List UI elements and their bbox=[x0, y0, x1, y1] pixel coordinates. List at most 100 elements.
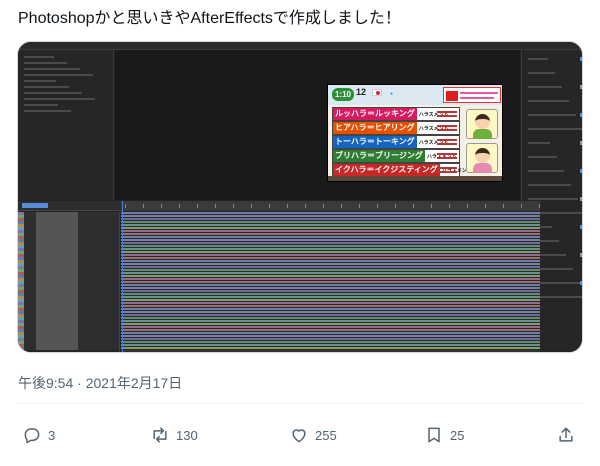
ae-project-panel bbox=[18, 50, 114, 200]
bookmark-icon bbox=[428, 427, 440, 443]
ae-ruler-tick bbox=[413, 204, 414, 208]
ae-project-row bbox=[24, 80, 56, 82]
ae-property-toggle bbox=[580, 141, 582, 145]
ae-ruler-tick bbox=[215, 204, 216, 208]
ae-layer-list bbox=[18, 212, 120, 352]
harassment-row: ヒアハラ＝ヒアリング ハラスメント bbox=[332, 121, 460, 135]
ae-property-row bbox=[528, 156, 557, 158]
retweet-count: 130 bbox=[176, 427, 198, 443]
share-button[interactable] bbox=[556, 420, 576, 450]
ae-ruler-tick bbox=[395, 204, 396, 208]
harassment-keyword: イクハラ＝イクジスティング bbox=[333, 164, 440, 176]
ae-ruler-tick bbox=[323, 204, 324, 208]
reply-icon bbox=[24, 428, 40, 444]
divider bbox=[17, 403, 583, 404]
harassment-row: ルッハラ＝ルッキング ハラスメント bbox=[332, 107, 460, 121]
ae-track-bar bbox=[121, 347, 540, 350]
ae-project-row bbox=[24, 68, 80, 70]
ae-ruler-tick bbox=[485, 204, 486, 208]
twitter-bird-icon: ● bbox=[390, 91, 394, 97]
tweet-media-image[interactable]: 1:10 12 ● ルッハラ＝ルッキング ハラスメント ヒアハラ＝ヒアリング ハラスメ… bbox=[17, 41, 583, 353]
ae-ruler-tick bbox=[449, 204, 450, 208]
heart-icon bbox=[292, 429, 306, 443]
ae-ruler-tick bbox=[431, 204, 432, 208]
character-illustration-top bbox=[466, 109, 498, 139]
tv-topic-badge bbox=[443, 87, 501, 103]
ae-ruler-tick bbox=[359, 204, 360, 208]
ae-ruler-tick bbox=[539, 204, 540, 208]
ae-project-row bbox=[24, 92, 82, 94]
ae-property-toggle bbox=[580, 113, 582, 117]
harassment-row: イクハラ＝イクジスティング ハラスメント bbox=[332, 163, 472, 177]
ae-property-row bbox=[528, 184, 571, 186]
like-count: 255 bbox=[315, 427, 337, 443]
ae-playhead bbox=[122, 201, 123, 352]
ae-ruler-tick bbox=[269, 204, 270, 208]
bookmark-button[interactable]: 25 bbox=[424, 420, 464, 450]
harassment-note bbox=[437, 138, 457, 146]
ae-property-row bbox=[528, 100, 569, 102]
ae-menu-bar bbox=[18, 42, 582, 50]
reply-count: 3 bbox=[48, 427, 56, 443]
ae-ruler-tick bbox=[179, 204, 180, 208]
ae-ruler-tick bbox=[377, 204, 378, 208]
ae-property-toggle bbox=[580, 225, 582, 229]
ae-property-row bbox=[528, 142, 550, 144]
reply-button[interactable]: 3 bbox=[22, 420, 55, 450]
ae-ruler-tick bbox=[233, 204, 234, 208]
harassment-keyword: トーハラ＝トーキング bbox=[333, 136, 417, 148]
share-icon bbox=[559, 427, 573, 442]
harassment-keyword: ブリハラ＝ブリージング bbox=[333, 150, 425, 162]
ae-property-row bbox=[528, 128, 582, 130]
ae-ruler-tick bbox=[251, 204, 252, 208]
after-effects-screenshot: 1:10 12 ● ルッハラ＝ルッキング ハラスメント ヒアハラ＝ヒアリング ハラスメ… bbox=[18, 42, 582, 352]
ae-ruler-tick bbox=[521, 204, 522, 208]
ae-property-row bbox=[528, 72, 555, 74]
harassment-note bbox=[437, 110, 457, 118]
tv-clock: 1:10 bbox=[332, 88, 354, 101]
ae-property-row bbox=[528, 114, 576, 116]
ae-ruler-tick bbox=[197, 204, 198, 208]
tv-header-number: 12 bbox=[356, 87, 367, 97]
tweet-actions: 3 130 255 25 bbox=[0, 420, 600, 450]
ae-ruler-tick bbox=[143, 204, 144, 208]
ae-project-row bbox=[24, 110, 71, 112]
ae-ruler-tick bbox=[125, 204, 126, 208]
ae-property-toggle bbox=[580, 281, 582, 285]
like-button[interactable]: 255 bbox=[289, 420, 337, 450]
japan-flag-icon bbox=[372, 89, 382, 96]
ae-layer-row bbox=[18, 347, 119, 350]
tweet-text: Photoshopかと思いきやAfterEffectsで作成しました！ bbox=[18, 10, 401, 27]
ae-ruler-tick bbox=[503, 204, 504, 208]
character-illustration-bottom bbox=[466, 143, 498, 173]
ae-property-toggle bbox=[580, 197, 582, 201]
ae-ruler-tick bbox=[341, 204, 342, 208]
ae-project-row bbox=[24, 74, 93, 76]
ae-property-toggle bbox=[580, 57, 582, 61]
retweet-button[interactable]: 130 bbox=[150, 420, 198, 450]
ae-property-row bbox=[528, 86, 562, 88]
ae-project-row bbox=[24, 56, 54, 58]
tweet-timestamp[interactable]: 午後9:54 · 2021年2月17日 bbox=[18, 373, 182, 393]
ae-property-row bbox=[528, 170, 564, 172]
harassment-note bbox=[437, 152, 457, 160]
ae-property-toggle bbox=[580, 85, 582, 89]
ae-project-row bbox=[24, 62, 67, 64]
ae-property-row bbox=[528, 58, 548, 60]
tv-frame: 1:10 12 ● ルッハラ＝ルッキング ハラスメント ヒアハラ＝ヒアリング ハラスメ… bbox=[327, 84, 503, 182]
harassment-note bbox=[437, 124, 457, 132]
ae-time-ruler bbox=[121, 201, 540, 211]
tv-footer-bar bbox=[328, 176, 502, 181]
ae-ruler-tick bbox=[287, 204, 288, 208]
ae-project-row bbox=[24, 98, 95, 100]
ae-timeline-tracks bbox=[121, 212, 540, 352]
harassment-keyword: ヒアハラ＝ヒアリング bbox=[333, 122, 417, 134]
harassment-note bbox=[437, 166, 457, 174]
ae-property-toggle bbox=[580, 253, 582, 257]
ae-ruler-tick bbox=[467, 204, 468, 208]
bookmark-count: 25 bbox=[450, 427, 465, 443]
ae-ruler-tick bbox=[305, 204, 306, 208]
ae-composition-panel: 1:10 12 ● ルッハラ＝ルッキング ハラスメント ヒアハラ＝ヒアリング ハラスメ… bbox=[115, 50, 520, 200]
harassment-row: ブリハラ＝ブリージング ハラスメント bbox=[332, 149, 460, 163]
harassment-keyword: ルッハラ＝ルッキング bbox=[333, 108, 417, 120]
